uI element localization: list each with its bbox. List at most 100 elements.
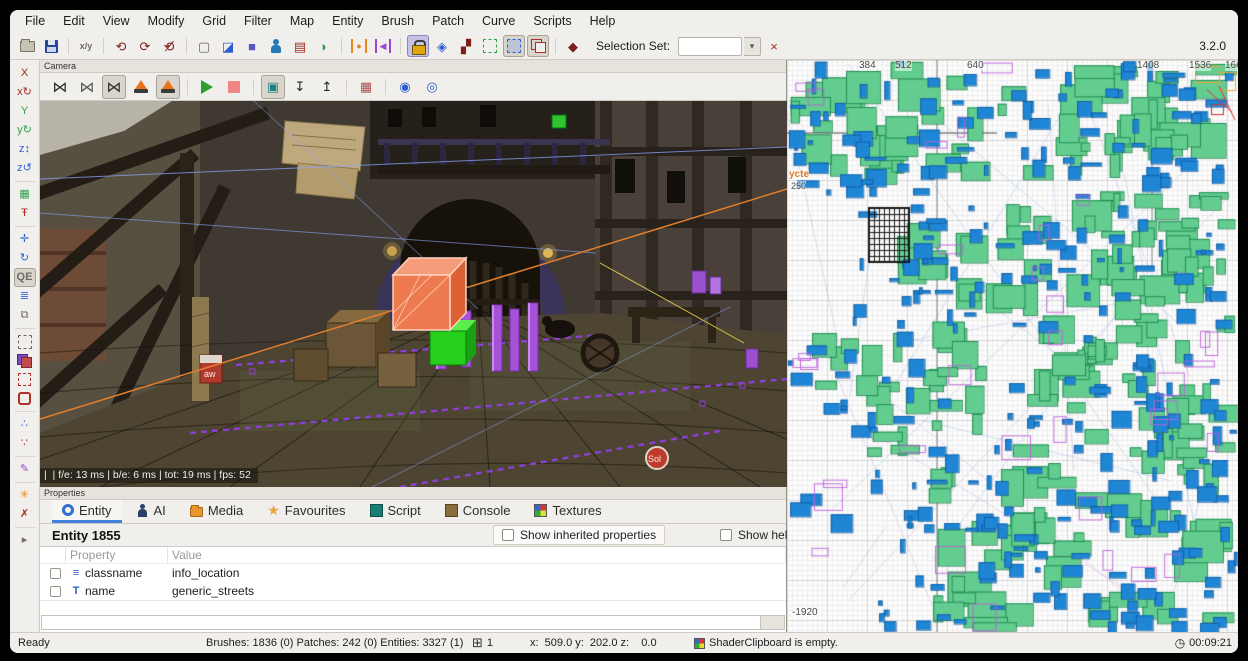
select-touching-button[interactable] bbox=[479, 35, 501, 57]
curve-button[interactable]: ◗ bbox=[313, 35, 335, 57]
rotate-x-button[interactable]: x↻ bbox=[14, 83, 36, 102]
row-checkbox[interactable] bbox=[50, 568, 61, 579]
select-complete-button[interactable] bbox=[527, 35, 549, 57]
vertex-drag-button[interactable]: Ŧ bbox=[14, 204, 36, 223]
save-map-button[interactable] bbox=[40, 35, 62, 57]
qe-tool-button[interactable]: QE bbox=[14, 268, 36, 287]
create-speaker-button[interactable]: ◀ bbox=[372, 35, 394, 57]
cam-play-button[interactable] bbox=[195, 75, 219, 99]
menu-modify[interactable]: Modify bbox=[139, 10, 194, 33]
reload-defs-button[interactable]: ⟲̸ bbox=[158, 35, 180, 57]
tab-ai[interactable]: AI bbox=[126, 500, 176, 523]
tab-entity[interactable]: Entity bbox=[52, 500, 122, 523]
hollow-brush-button[interactable] bbox=[14, 389, 36, 408]
cam-floor-down-button[interactable]: ↧ bbox=[288, 75, 312, 99]
clear-selection-set-button[interactable]: × bbox=[763, 35, 785, 57]
paint-tool-button[interactable]: ✎ bbox=[14, 460, 36, 479]
tab-script[interactable]: Script bbox=[360, 500, 431, 523]
menu-scripts[interactable]: Scripts bbox=[524, 10, 580, 33]
cam-wireframe-button[interactable]: ⋈ bbox=[48, 75, 72, 99]
tab-media[interactable]: Media bbox=[180, 500, 253, 523]
menu-file[interactable]: File bbox=[16, 10, 54, 33]
cam-far-clip-button[interactable]: ▣ bbox=[261, 75, 285, 99]
cam-stereo-off-button[interactable]: ◎ bbox=[420, 75, 444, 99]
size-info-toggle-button[interactable]: x/y bbox=[75, 35, 97, 57]
show-help-checkbox[interactable] bbox=[720, 529, 732, 541]
brush-create-button[interactable]: ◪ bbox=[217, 35, 239, 57]
brush-solid-button[interactable]: ■ bbox=[241, 35, 263, 57]
player-start-button[interactable] bbox=[265, 35, 287, 57]
decal-tool-button[interactable]: ✳ bbox=[14, 486, 36, 505]
model-button[interactable]: ◆ bbox=[562, 35, 584, 57]
cam-flat-button[interactable]: ⋈ bbox=[75, 75, 99, 99]
select-inside-button[interactable] bbox=[503, 35, 525, 57]
ortho-2d-viewport[interactable]: 384 512 640 1408 1536 1664 ycte 250 -192… bbox=[787, 60, 1238, 632]
table-row[interactable]: ≡classname info_location bbox=[40, 564, 786, 582]
textures-tab-icon bbox=[534, 504, 547, 517]
menu-grid[interactable]: Grid bbox=[193, 10, 235, 33]
cam-stop-button[interactable] bbox=[222, 75, 246, 99]
menu-edit[interactable]: Edit bbox=[54, 10, 94, 33]
rotate-y-button[interactable]: y↻ bbox=[14, 121, 36, 140]
csg-subtract-button[interactable]: ∵ bbox=[14, 434, 36, 453]
prefab-button[interactable]: ▤ bbox=[289, 35, 311, 57]
ortho-map-canvas[interactable] bbox=[787, 60, 1238, 632]
row-checkbox[interactable] bbox=[50, 586, 61, 597]
value-entry-input[interactable] bbox=[41, 615, 761, 630]
clone-button[interactable]: ⧉ bbox=[14, 306, 36, 325]
left-toolbar: X x↻ Y y↻ z↕ z↺ ▦ Ŧ ✛ ↻ QE ≣ ⧉ ∴ ∵ ✎ bbox=[10, 60, 40, 632]
manipulator-button[interactable]: ◈ bbox=[431, 35, 453, 57]
flip-y-button[interactable]: Y bbox=[14, 102, 36, 121]
flip-z-button[interactable]: z↕ bbox=[14, 140, 36, 159]
menu-patch[interactable]: Patch bbox=[423, 10, 473, 33]
menu-view[interactable]: View bbox=[94, 10, 139, 33]
copy-shader-button[interactable] bbox=[14, 351, 36, 370]
cam-lighting-button[interactable] bbox=[129, 75, 153, 99]
menu-curve[interactable]: Curve bbox=[473, 10, 524, 33]
lock-selection-button[interactable] bbox=[407, 35, 429, 57]
menu-entity[interactable]: Entity bbox=[323, 10, 372, 33]
tab-favourites[interactable]: ★Favourites bbox=[257, 500, 355, 523]
menu-brush[interactable]: Brush bbox=[372, 10, 423, 33]
open-map-button[interactable] bbox=[16, 35, 38, 57]
property-column-header[interactable]: Property bbox=[66, 547, 168, 563]
ruler-label: 384 bbox=[859, 61, 876, 71]
undo-button[interactable]: ⟲ bbox=[110, 35, 132, 57]
create-light-button[interactable]: ● bbox=[348, 35, 370, 57]
value-apply-button[interactable] bbox=[761, 615, 785, 630]
cam-lighting-shadows-button[interactable] bbox=[156, 75, 180, 99]
cam-floor-up-button[interactable]: ↥ bbox=[315, 75, 339, 99]
cam-textured-button[interactable]: ⋈ bbox=[102, 75, 126, 99]
tab-console[interactable]: Console bbox=[435, 500, 521, 523]
selection-set-input[interactable] bbox=[678, 37, 742, 56]
rotate-z-button[interactable]: z↺ bbox=[14, 159, 36, 178]
brush-resize-button[interactable]: ▢ bbox=[193, 35, 215, 57]
ruler-label-bottom: -1920 bbox=[792, 608, 818, 618]
translate-mode-button[interactable]: ✛ bbox=[14, 230, 36, 249]
grid-icon: ⊞ bbox=[472, 635, 483, 651]
hollow-select-button[interactable] bbox=[14, 370, 36, 389]
cam-grid-button[interactable]: ▦ bbox=[354, 75, 378, 99]
clipper-button[interactable]: ✗ bbox=[14, 505, 36, 524]
show-inherited-checkbox[interactable] bbox=[502, 529, 514, 541]
camera-3d-viewport[interactable]: aw bbox=[40, 101, 787, 487]
tab-textures[interactable]: Textures bbox=[524, 500, 611, 523]
table-row[interactable]: Tname generic_streets bbox=[40, 582, 786, 600]
csg-merge-button[interactable]: ∴ bbox=[14, 415, 36, 434]
menu-filter[interactable]: Filter bbox=[235, 10, 281, 33]
flip-x-button[interactable]: X bbox=[14, 64, 36, 83]
menu-map[interactable]: Map bbox=[281, 10, 323, 33]
menu-help[interactable]: Help bbox=[581, 10, 625, 33]
clear-x-icon: × bbox=[770, 40, 778, 53]
marquee-select-button[interactable] bbox=[14, 332, 36, 351]
texture-tool-button[interactable]: ▞ bbox=[455, 35, 477, 57]
selection-set-dropdown-button[interactable]: ▾ bbox=[744, 37, 761, 56]
value-column-header[interactable]: Value bbox=[168, 547, 786, 563]
toolbar-expander-button[interactable]: ▸ bbox=[14, 531, 36, 550]
cam-stereo-button[interactable]: ◉ bbox=[393, 75, 417, 99]
rotate-mode-button[interactable]: ↻ bbox=[14, 249, 36, 268]
properties-panel-title: Properties bbox=[40, 487, 786, 500]
redo-button[interactable]: ⟳ bbox=[134, 35, 156, 57]
snap-to-grid-button[interactable]: ▦ bbox=[14, 185, 36, 204]
layers-button[interactable]: ≣ bbox=[14, 287, 36, 306]
